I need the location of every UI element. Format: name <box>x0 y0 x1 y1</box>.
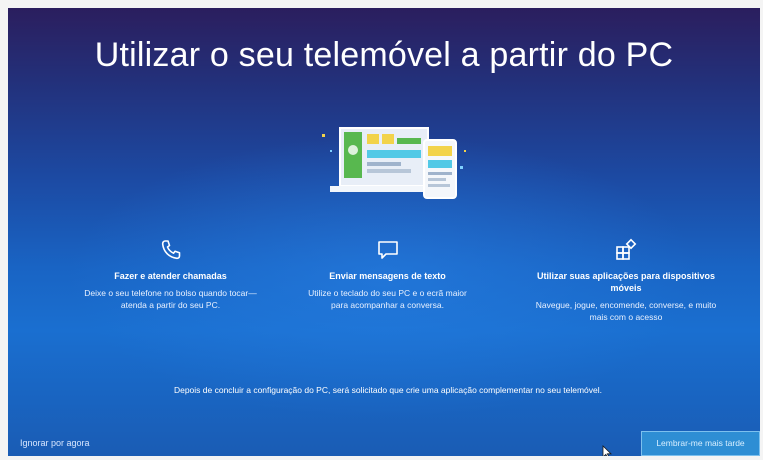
phone-icon <box>161 240 180 260</box>
laptop-bar-cyan <box>367 150 421 158</box>
devices-illustration <box>322 127 466 199</box>
sparkle-dot <box>330 150 332 152</box>
feature-title: Utilizar suas aplicações para dispositiv… <box>536 271 716 293</box>
feature-title: Enviar mensagens de texto <box>329 271 446 281</box>
mouse-cursor-icon <box>602 445 612 456</box>
sparkle-dot <box>464 150 466 152</box>
feature-apps: Utilizar suas aplicações para dispositiv… <box>531 238 721 323</box>
laptop-tile-yellow <box>382 134 394 144</box>
laptop-base <box>330 186 438 192</box>
sparkle-dot <box>322 134 325 137</box>
feature-description: Deixe o seu telefone no bolso quando toc… <box>84 288 257 310</box>
message-icon <box>377 241 398 259</box>
laptop-tile-yellow <box>367 134 379 144</box>
page-title: Utilizar o seu telemóvel a partir do PC <box>94 36 674 74</box>
phone-bar-cyan <box>428 160 452 168</box>
photo-frame: Utilizar o seu telemóvel a partir do PC <box>0 0 763 460</box>
setup-screen: Utilizar o seu telemóvel a partir do PC <box>8 8 760 456</box>
apps-icon <box>616 238 637 260</box>
feature-calls: Fazer e atender chamadas Deixe o seu tel… <box>78 238 263 311</box>
sparkle-dot <box>460 166 463 169</box>
feature-description: Navegue, jogue, encomende, converse, e m… <box>535 300 717 322</box>
feature-description: Utilize o teclado do seu PC e o ecrã mai… <box>308 288 467 310</box>
laptop-tile-green <box>397 138 421 144</box>
feature-title: Fazer e atender chamadas <box>114 271 227 281</box>
phone-tile-yellow <box>428 146 452 156</box>
feature-messages: Enviar mensagens de texto Utilize o tecl… <box>300 238 475 311</box>
companion-app-note: Depois de concluir a configuração do PC,… <box>173 385 603 395</box>
skip-for-now-link[interactable]: Ignorar por agora <box>20 438 90 448</box>
remind-me-later-button[interactable]: Lembrar-me mais tarde <box>641 431 760 456</box>
